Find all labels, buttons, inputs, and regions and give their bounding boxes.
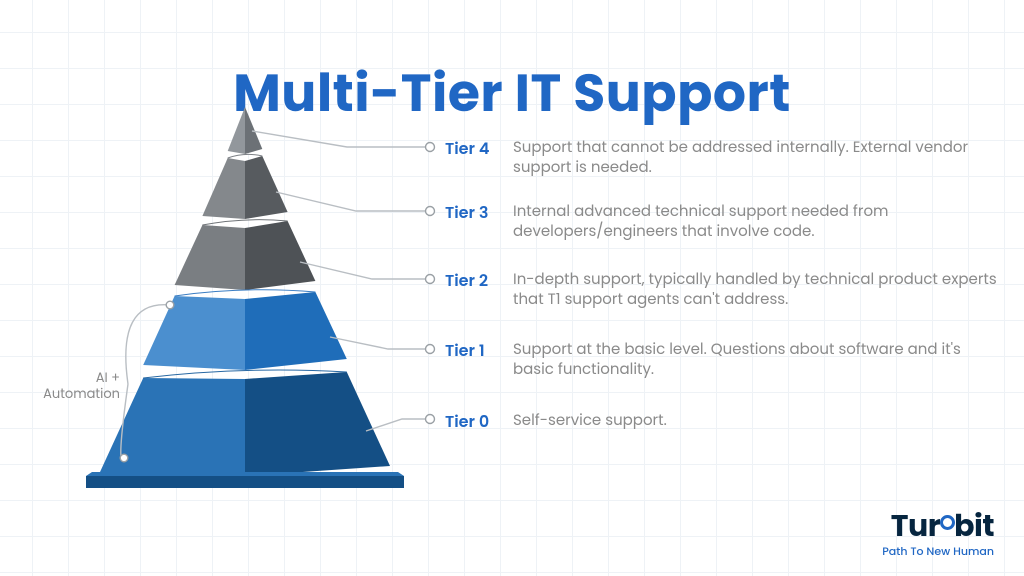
ai-label-line2: Automation (43, 384, 120, 403)
brand-logo-dot-icon (940, 515, 955, 530)
tier-row-4: Tier 4 Support that cannot be addressed … (445, 138, 1000, 179)
brand-logo: Turbit (882, 511, 994, 541)
tier-label: Tier 3 (445, 202, 499, 224)
tier-desc: Support at the basic level. Questions ab… (513, 340, 1000, 381)
tier-row-0: Tier 0 Self-service support. (445, 411, 1000, 433)
brand-block: Turbit Path To New Human (882, 511, 994, 560)
tier-row-3: Tier 3 Internal advanced technical suppo… (445, 202, 1000, 243)
tier-row-1: Tier 1 Support at the basic level. Quest… (445, 340, 1000, 381)
tier-label: Tier 4 (445, 138, 499, 160)
brand-tagline: Path To New Human (882, 543, 994, 560)
tier-desc: Self-service support. (513, 411, 667, 431)
tier-label: Tier 1 (445, 340, 499, 362)
pyramid-slice-tier4 (228, 107, 263, 154)
tier-label: Tier 0 (445, 411, 499, 433)
tier-desc: Internal advanced technical support need… (513, 202, 1000, 243)
pyramid-base-plate (86, 472, 404, 488)
tier-row-2: Tier 2 In-depth support, typically handl… (445, 270, 1000, 311)
pyramid-slice-tier3 (202, 154, 287, 219)
pyramid-slice-tier0 (100, 370, 390, 476)
tier-desc: In-depth support, typically handled by t… (513, 270, 1000, 311)
pyramid-slice-tier1 (143, 290, 347, 370)
tier-desc: Support that cannot be addressed interna… (513, 138, 1000, 179)
ai-automation-label: AI + Automation (40, 370, 120, 401)
pyramid-slice-tier2 (175, 220, 316, 290)
tier-label: Tier 2 (445, 270, 499, 292)
